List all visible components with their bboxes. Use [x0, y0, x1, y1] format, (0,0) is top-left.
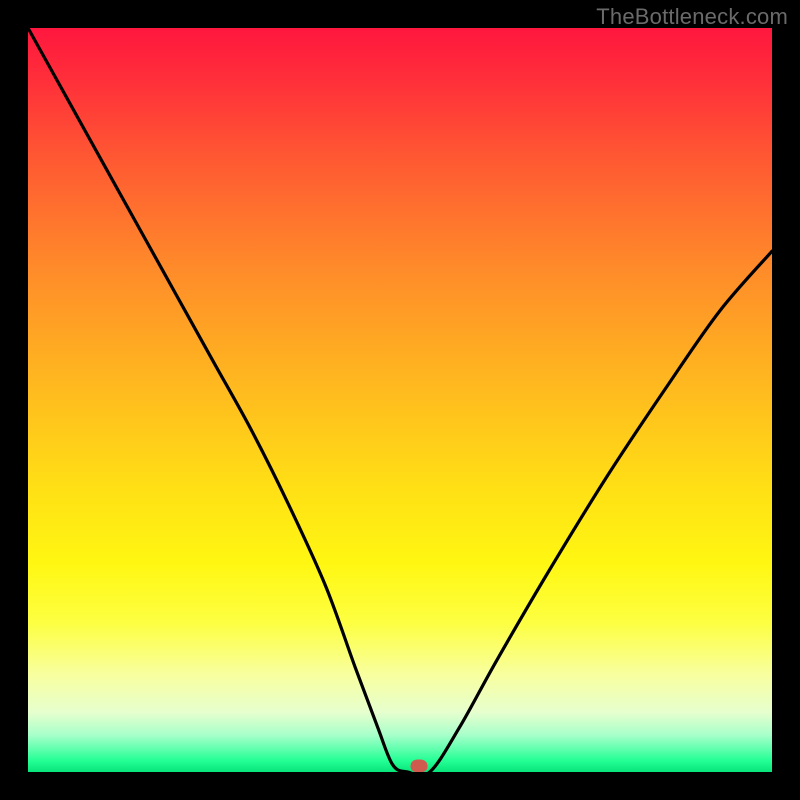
plot-area	[28, 28, 772, 772]
chart-frame: TheBottleneck.com	[0, 0, 800, 800]
curve-svg	[28, 28, 772, 772]
watermark-text: TheBottleneck.com	[596, 4, 788, 30]
optimal-marker	[410, 760, 427, 772]
bottleneck-curve	[28, 28, 772, 772]
